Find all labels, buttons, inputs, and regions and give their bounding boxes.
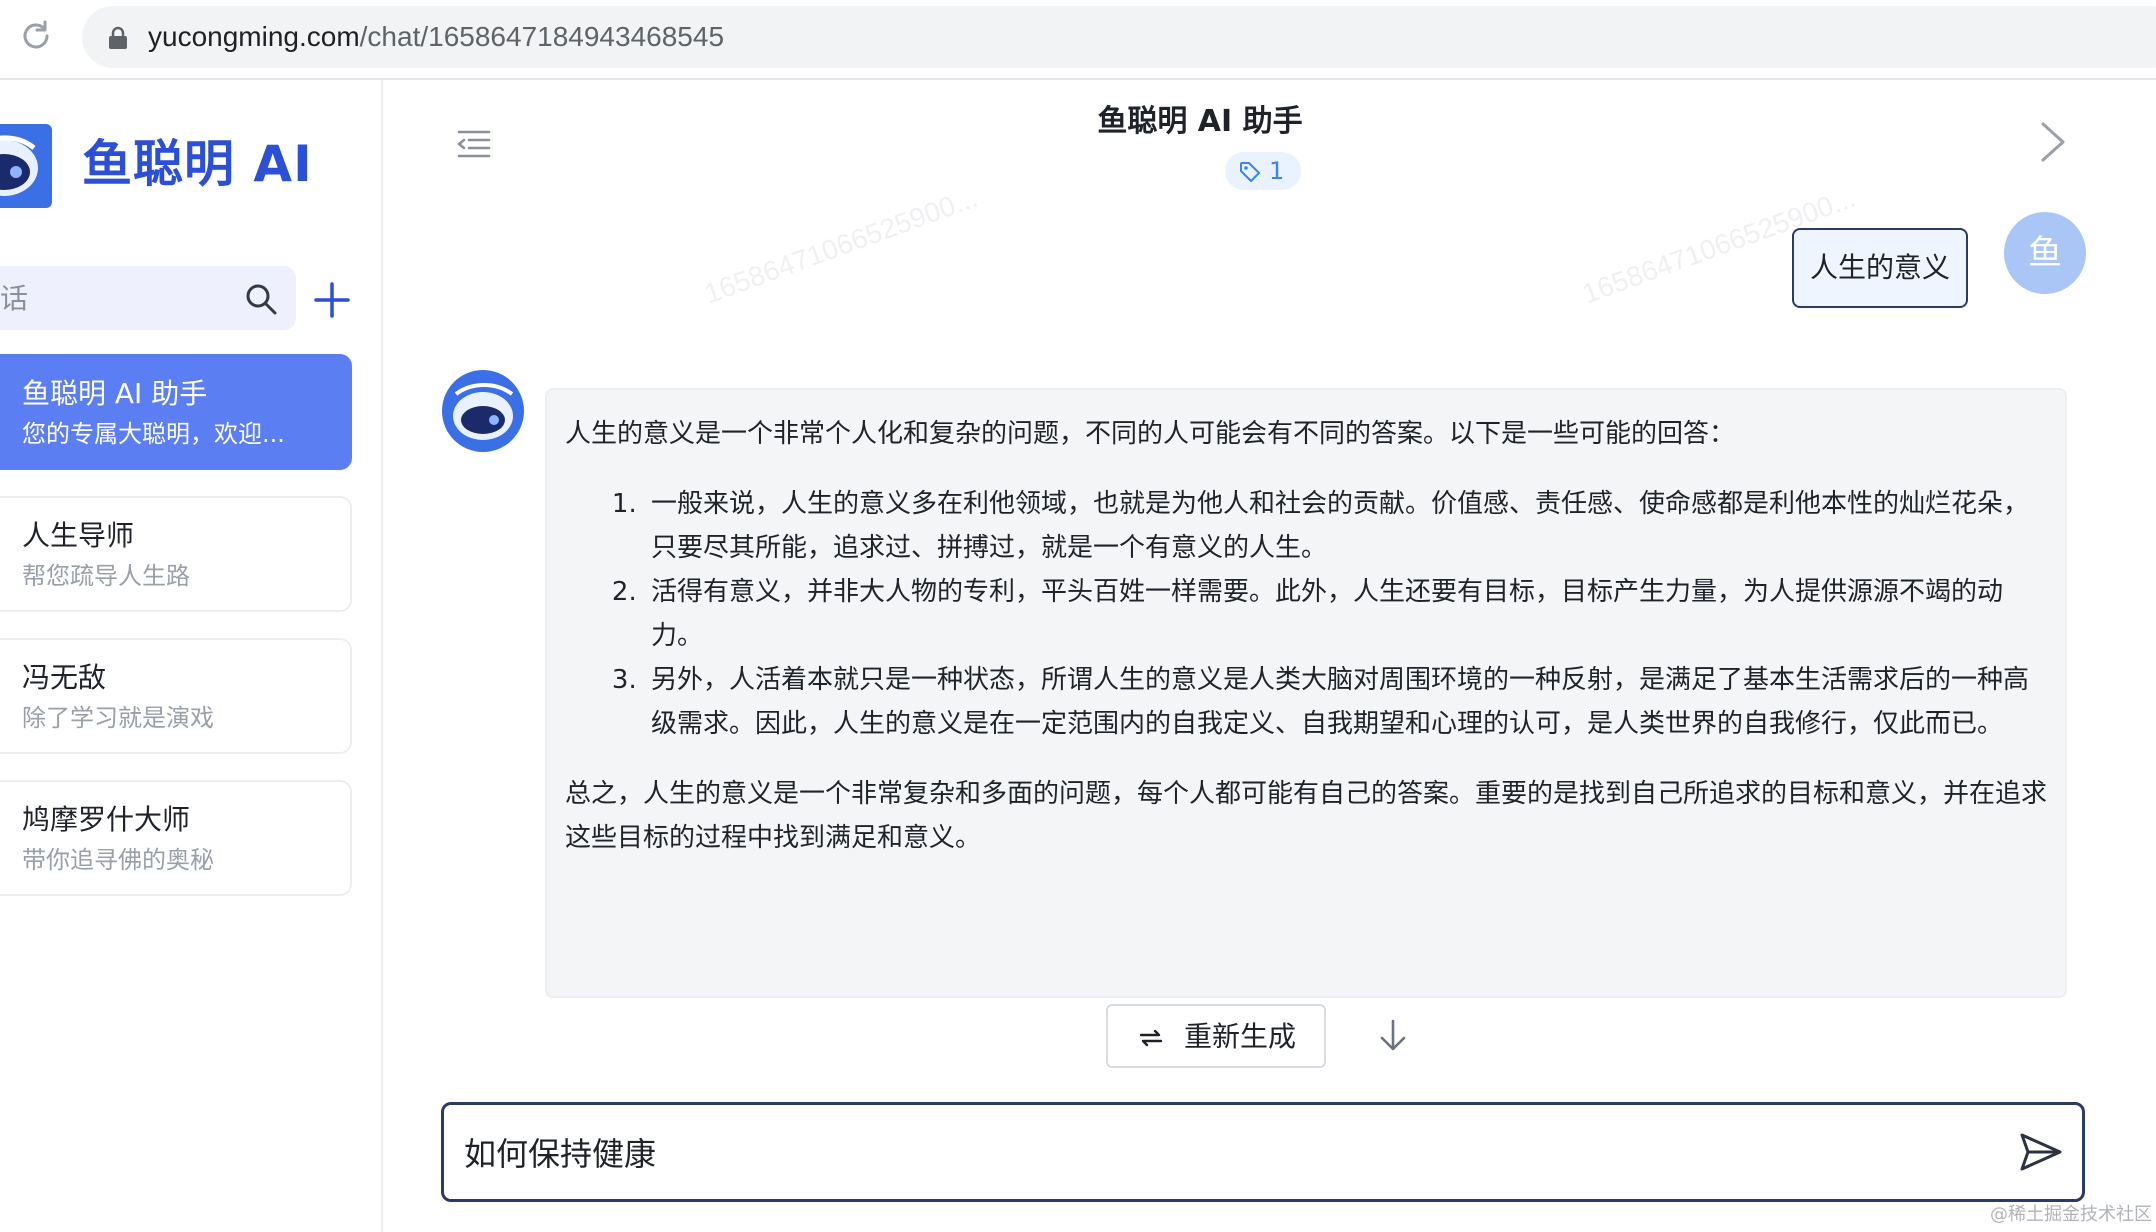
menu-toggle-icon[interactable] — [455, 126, 493, 164]
bot-message: 人生的意义是一个非常个人化和复杂的问题，不同的人可能会有不同的答案。以下是一些可… — [545, 388, 2067, 998]
watermark: 16586471066525900... — [700, 181, 982, 310]
bot-point-list: 一般来说，人生的意义多在利他领域，也就是为他人和社会的贡献。价值感、责任感、使命… — [605, 482, 2047, 746]
session-desc: 您的专属大聪明，欢迎... — [22, 420, 285, 448]
tag-icon — [1240, 162, 1260, 182]
tag-count: 1 — [1269, 157, 1285, 185]
bot-summary: 总之，人生的意义是一个非常复杂和多面的问题，每个人都可能有自己的答案。重要的是找… — [565, 779, 2048, 853]
url-path: /chat/1658647184943468545 — [359, 21, 725, 52]
session-desc: 带你追寻佛的奥秘 — [22, 846, 214, 874]
session-item-assistant[interactable]: 鱼聪明 AI 助手 您的专属大聪明，欢迎... — [0, 354, 352, 470]
sidebar: 鱼聪明 AI 鱼聪明 AI 助手 您的专属大聪明，欢迎... 人生导师 帮您疏导… — [0, 80, 383, 1232]
regenerate-label: 重新生成 — [1184, 1021, 1297, 1052]
bot-point: 活得有意义，并非大人物的专利，平头百姓一样需要。此外，人生还要有目标，目标产生力… — [645, 570, 2047, 658]
session-name: 鱼聪明 AI 助手 — [22, 377, 208, 410]
user-avatar: 鱼 — [2004, 212, 2086, 294]
bot-point: 一般来说，人生的意义多在利他领域，也就是为他人和社会的贡献。价值感、责任感、使命… — [645, 482, 2047, 570]
session-item-kumarajiva[interactable]: 鸠摩罗什大师 带你追寻佛的奥秘 — [0, 780, 352, 896]
reload-icon[interactable] — [18, 18, 54, 54]
logo-icon — [0, 124, 52, 208]
footer-credit: @稀土掘金技术社区 — [1990, 1204, 2152, 1225]
address-bar[interactable]: yucongming.com/chat/1658647184943468545 — [82, 6, 2156, 68]
send-icon[interactable] — [2018, 1129, 2064, 1175]
session-search-input[interactable] — [0, 266, 220, 330]
session-name: 人生导师 — [22, 519, 135, 552]
lock-icon — [109, 26, 127, 49]
session-desc: 除了学习就是演戏 — [22, 704, 214, 732]
user-message: 人生的意义 — [1792, 228, 1968, 308]
session-search — [0, 266, 296, 330]
message-input[interactable] — [464, 1105, 1984, 1199]
session-item-life-mentor[interactable]: 人生导师 帮您疏导人生路 — [0, 496, 352, 612]
message-composer — [441, 1102, 2085, 1202]
arrow-down-icon[interactable] — [1377, 1018, 1409, 1054]
add-icon[interactable] — [312, 280, 352, 320]
regenerate-icon — [1139, 1029, 1163, 1047]
url-host: yucongming.com — [148, 21, 360, 52]
browser-toolbar: yucongming.com/chat/1658647184943468545 — [0, 0, 2156, 80]
bot-intro: 人生的意义是一个非常个人化和复杂的问题，不同的人可能会有不同的答案。以下是一些可… — [565, 419, 1736, 449]
tag-badge[interactable]: 1 — [1225, 152, 1301, 190]
session-name: 冯无敌 — [22, 661, 107, 694]
bot-avatar-icon — [442, 370, 524, 452]
session-item-feng-wudi[interactable]: 冯无敌 除了学习就是演戏 — [0, 638, 352, 754]
url-text[interactable]: yucongming.com/chat/1658647184943468545 — [148, 20, 724, 54]
regenerate-button[interactable]: 重新生成 — [1106, 1004, 1326, 1068]
chat-title: 鱼聪明 AI 助手 — [1097, 104, 1303, 139]
brand-title: 鱼聪明 AI — [82, 135, 313, 193]
chat-panel: 16586471066525900... 16586471066525900..… — [385, 80, 2156, 1232]
chevron-right-icon[interactable] — [2035, 120, 2071, 164]
session-list: 鱼聪明 AI 助手 您的专属大聪明，欢迎... 人生导师 帮您疏导人生路 冯无敌… — [0, 354, 352, 922]
bot-point: 另外，人活着本就只是一种状态，所谓人生的意义是人类大脑对周围环境的一种反射，是满… — [645, 658, 2047, 746]
search-icon[interactable] — [244, 282, 278, 316]
session-name: 鸠摩罗什大师 — [22, 803, 191, 836]
session-desc: 帮您疏导人生路 — [22, 562, 190, 590]
